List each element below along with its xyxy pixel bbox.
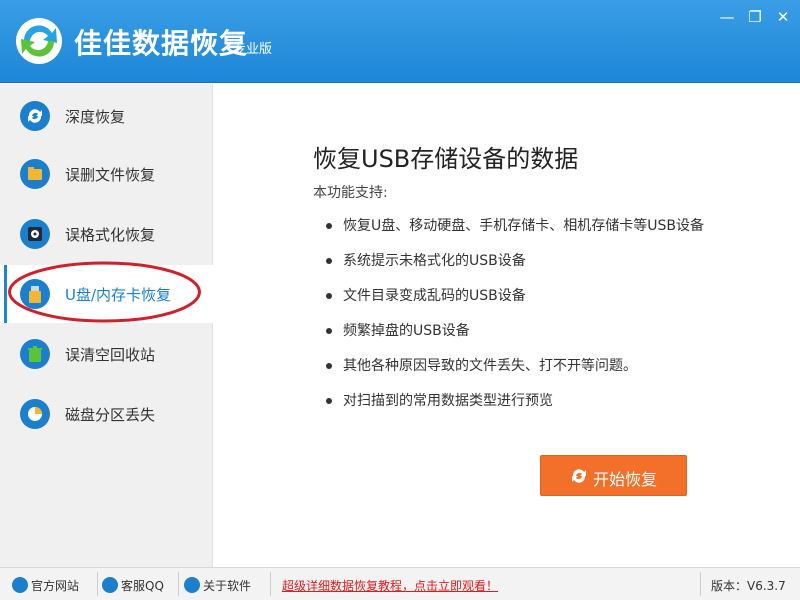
start-recovery-button[interactable]: 开始恢复	[540, 455, 687, 496]
list-item: 系统提示未格式化的USB设备	[326, 249, 704, 284]
about-label: 关于软件	[203, 579, 252, 593]
recycle-bin-icon	[20, 339, 50, 369]
sidebar-item-deep-recovery[interactable]: 深度恢复	[0, 87, 213, 145]
maximize-button[interactable]: ❐	[744, 8, 766, 26]
refresh-icon	[572, 469, 586, 483]
official-site-label: 官方网站	[31, 579, 80, 593]
close-button[interactable]: ✕	[772, 8, 794, 26]
headset-icon	[102, 577, 118, 593]
support-qq-label: 客服QQ	[121, 579, 164, 593]
sidebar-item-label: U盘/内存卡恢复	[65, 286, 172, 304]
page-title: 恢复USB存储设备的数据	[313, 145, 579, 173]
list-item: 对扫描到的常用数据类型进行预览	[326, 389, 704, 424]
list-item: 恢复U盘、移动硬盘、手机存储卡、相机存储卡等USB设备	[326, 214, 704, 249]
minimize-button[interactable]: —	[716, 8, 738, 26]
status-bar: 官方网站 客服QQ 关于软件 超级详细数据恢复教程，点击立即观看！ 版本：V6.…	[0, 567, 800, 600]
home-icon	[12, 577, 28, 593]
list-item: 频繁掉盘的USB设备	[326, 319, 704, 354]
info-icon	[184, 577, 200, 593]
app-logo-icon	[16, 18, 62, 64]
sidebar: 深度恢复 误删文件恢复 误格式化恢复 U盘/内存卡恢复 误清空回收站 磁盘分区丢…	[0, 84, 214, 567]
title-bar: 佳佳数据恢复 专业版 — ❐ ✕	[0, 0, 800, 83]
sidebar-item-label: 误格式化恢复	[65, 226, 156, 244]
sidebar-item-deleted-files[interactable]: 误删文件恢复	[0, 145, 213, 203]
pie-chart-icon	[20, 399, 50, 429]
app-title: 佳佳数据恢复	[74, 27, 249, 60]
sidebar-item-label: 误删文件恢复	[65, 166, 156, 184]
sidebar-item-usb-recovery[interactable]: U盘/内存卡恢复	[0, 265, 214, 323]
start-recovery-label: 开始恢复	[593, 470, 658, 489]
list-item: 其他各种原因导致的文件丢失、打不开等问题。	[326, 354, 704, 389]
sidebar-item-partition-loss[interactable]: 磁盘分区丢失	[0, 385, 213, 443]
feature-list: 恢复U盘、移动硬盘、手机存储卡、相机存储卡等USB设备 系统提示未格式化的USB…	[326, 214, 704, 424]
sidebar-item-label: 误清空回收站	[65, 346, 156, 364]
sidebar-item-format-recovery[interactable]: 误格式化恢复	[0, 205, 213, 263]
divider	[178, 572, 179, 596]
edition-label: 专业版	[233, 42, 273, 57]
feature-intro: 本功能支持:	[313, 185, 388, 201]
sidebar-item-label: 深度恢复	[65, 108, 126, 126]
divider	[270, 572, 271, 596]
main-panel: 恢复USB存储设备的数据 本功能支持: 恢复U盘、移动硬盘、手机存储卡、相机存储…	[214, 84, 800, 567]
tutorial-promo-link[interactable]: 超级详细数据恢复教程，点击立即观看！	[282, 577, 498, 594]
sidebar-item-recycle-bin[interactable]: 误清空回收站	[0, 325, 213, 383]
usb-icon	[20, 279, 50, 309]
list-item: 文件目录变成乱码的USB设备	[326, 284, 704, 319]
sidebar-item-label: 磁盘分区丢失	[65, 406, 156, 424]
disk-icon	[20, 219, 50, 249]
divider	[97, 572, 98, 596]
divider	[700, 572, 701, 596]
refresh-icon	[20, 101, 50, 131]
version-label: 版本：V6.3.7	[711, 579, 786, 593]
folder-icon	[20, 159, 50, 189]
